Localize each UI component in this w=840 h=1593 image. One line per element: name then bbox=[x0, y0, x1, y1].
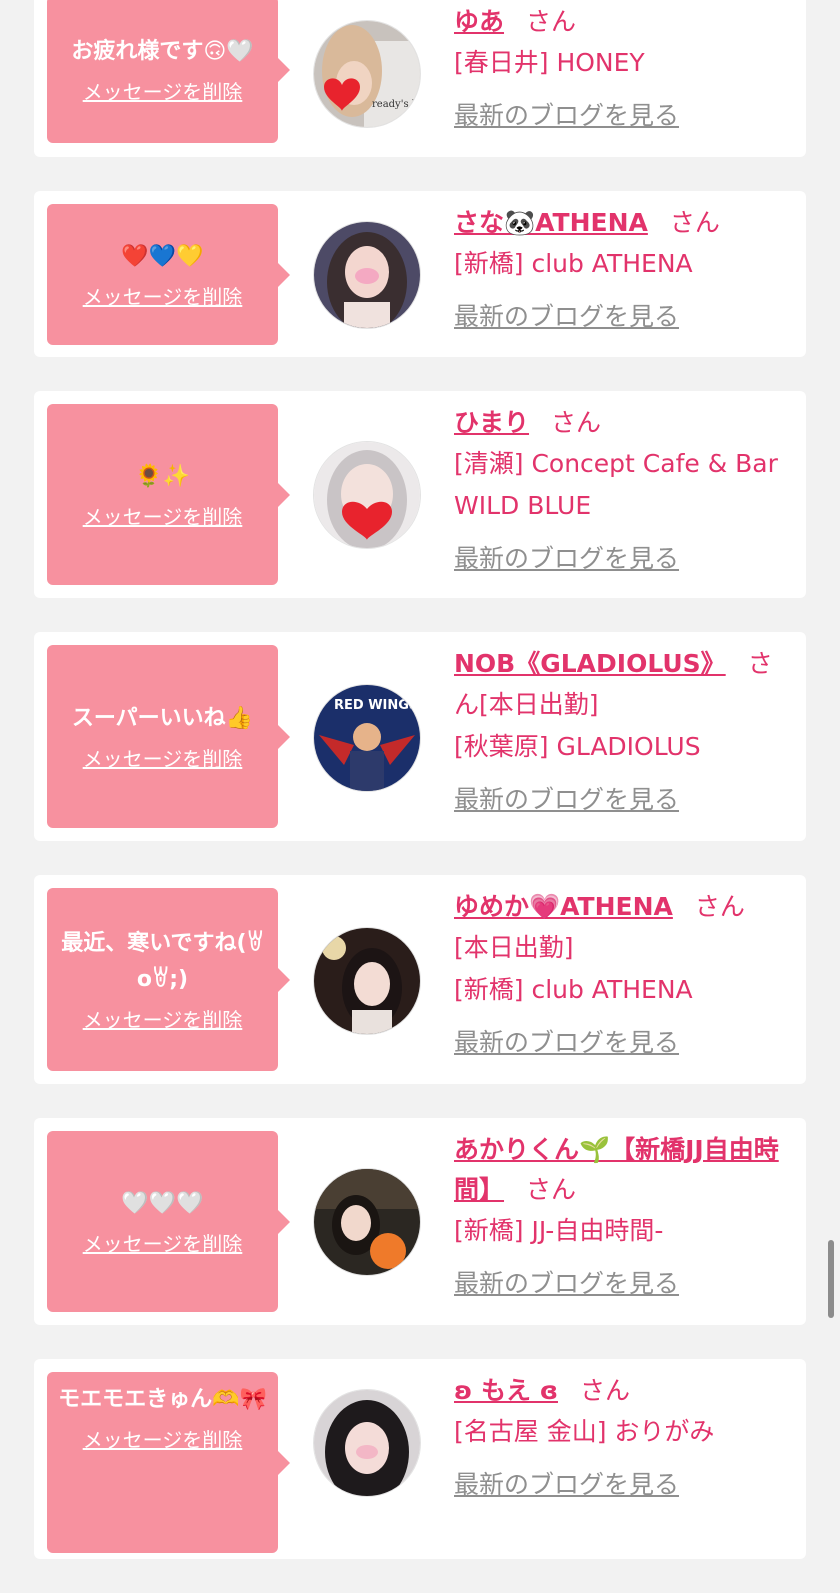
list-item: モエモエきゅん🫶🎀 メッセージを削除 ʚ もえ ɞ さん [名古屋 金山] おりが… bbox=[34, 1359, 806, 1559]
delete-message-link[interactable]: メッセージを削除 bbox=[83, 1004, 243, 1033]
cast-name-link[interactable]: さな🐼ATHENA bbox=[454, 208, 648, 237]
avatar[interactable] bbox=[313, 1168, 421, 1276]
status-label: [本日出勤] bbox=[479, 690, 599, 719]
delete-message-link[interactable]: メッセージを削除 bbox=[83, 76, 243, 105]
cast-name-link[interactable]: ゆあ bbox=[454, 7, 504, 36]
shop-label: [清瀬] Concept Cafe & Bar bbox=[454, 449, 778, 478]
message-text: 最近、寒いですね(ꇐoꇐ;) bbox=[61, 931, 264, 992]
latest-blog-link[interactable]: 最新のブログを見る bbox=[454, 96, 679, 136]
favorites-list: お疲れ様です🙃🤍 メッセージを削除 ready's bar ゆあさん [春日井]… bbox=[34, 0, 806, 1593]
honorific: さん bbox=[579, 1376, 630, 1405]
latest-blog-link[interactable]: 最新のブログを見る bbox=[454, 1465, 679, 1505]
message-bubble: 🌻✨ メッセージを削除 bbox=[47, 404, 290, 585]
avatar[interactable] bbox=[313, 441, 421, 549]
message-bubble: モエモエきゅん🫶🎀 メッセージを削除 bbox=[47, 1372, 290, 1553]
message-bubble: スーパーいいね👍 メッセージを削除 bbox=[47, 645, 290, 828]
delete-message-link[interactable]: メッセージを削除 bbox=[83, 501, 243, 530]
shop-label: [名古屋 金山] おりがみ bbox=[454, 1417, 715, 1446]
latest-blog-link[interactable]: 最新のブログを見る bbox=[454, 297, 679, 337]
avatar[interactable] bbox=[313, 221, 421, 329]
cast-name-link[interactable]: NOB《GLADIOLUS》 bbox=[454, 649, 726, 678]
list-item: ❤️💙💛 メッセージを削除 さな🐼ATHENA さん [新橋] club ATHE… bbox=[34, 191, 806, 357]
latest-blog-link[interactable]: 最新のブログを見る bbox=[454, 1023, 679, 1063]
avatar[interactable]: RED WINGS bbox=[313, 684, 421, 792]
message-text: ❤️💙💛 bbox=[121, 244, 204, 269]
svg-text:RED WINGS: RED WINGS bbox=[334, 698, 418, 713]
honorific: さん bbox=[669, 208, 720, 237]
avatar[interactable] bbox=[313, 927, 421, 1035]
latest-blog-link[interactable]: 最新のブログを見る bbox=[454, 780, 679, 820]
shop-label-line2: WILD BLUE bbox=[454, 491, 592, 520]
shop-label: [春日井] HONEY bbox=[454, 48, 645, 77]
honorific: さん bbox=[526, 7, 577, 36]
honorific: さん bbox=[694, 892, 745, 921]
delete-message-link[interactable]: メッセージを削除 bbox=[83, 1424, 243, 1453]
delete-message-link[interactable]: メッセージを削除 bbox=[83, 743, 243, 772]
message-text: スーパーいいね👍 bbox=[71, 706, 254, 731]
list-item: お疲れ様です🙃🤍 メッセージを削除 ready's bar ゆあさん [春日井]… bbox=[34, 0, 806, 157]
avatar[interactable]: ready's bar bbox=[313, 20, 421, 128]
shop-label: [新橋] club ATHENA bbox=[454, 249, 693, 278]
latest-blog-link[interactable]: 最新のブログを見る bbox=[454, 1264, 679, 1304]
message-text: 🌻✨ bbox=[135, 464, 190, 489]
message-text: モエモエきゅん🫶🎀 bbox=[58, 1387, 267, 1412]
shop-label: [新橋] club ATHENA bbox=[454, 975, 693, 1004]
delete-message-link[interactable]: メッセージを削除 bbox=[83, 281, 243, 310]
list-item: スーパーいいね👍 メッセージを削除 RED WINGS NOB《GLADIOLU… bbox=[34, 632, 806, 841]
message-text: お疲れ様です🙃🤍 bbox=[71, 39, 254, 64]
cast-name-link[interactable]: ひまり bbox=[454, 408, 529, 437]
cast-name-link[interactable]: ゆめか💗ATHENA bbox=[454, 892, 673, 921]
message-text: 🤍🤍🤍 bbox=[121, 1191, 204, 1216]
list-item: 🤍🤍🤍 メッセージを削除 あかりくん🌱【新橋JJ自由時間】 さん [新橋] JJ-… bbox=[34, 1118, 806, 1325]
cast-name-link[interactable]: あかりくん🌱【新橋JJ自由時間】 bbox=[454, 1135, 779, 1204]
message-bubble: 🤍🤍🤍 メッセージを削除 bbox=[47, 1131, 290, 1312]
shop-label: [新橋] JJ-自由時間- bbox=[454, 1216, 664, 1245]
svg-text:ready's bar: ready's bar bbox=[372, 99, 420, 110]
cast-name-link[interactable]: ʚ もえ ɞ bbox=[454, 1376, 558, 1405]
honorific: さん bbox=[551, 408, 602, 437]
message-bubble: ❤️💙💛 メッセージを削除 bbox=[47, 204, 290, 345]
list-item: 最近、寒いですね(ꇐoꇐ;) メッセージを削除 ゆめか💗ATHENA さん [本日… bbox=[34, 875, 806, 1084]
shop-label: [秋葉原] GLADIOLUS bbox=[454, 732, 701, 761]
avatar[interactable] bbox=[313, 1389, 421, 1497]
list-item: 🌻✨ メッセージを削除 ひまり さん [清瀬] Concept Cafe & Ba… bbox=[34, 391, 806, 598]
status-label: [本日出勤] bbox=[454, 933, 574, 962]
scrollbar[interactable] bbox=[828, 1240, 834, 1318]
honorific: さん bbox=[526, 1175, 577, 1204]
message-bubble: 最近、寒いですね(ꇐoꇐ;) メッセージを削除 bbox=[47, 888, 290, 1071]
message-bubble: お疲れ様です🙃🤍 メッセージを削除 bbox=[47, 0, 290, 143]
delete-message-link[interactable]: メッセージを削除 bbox=[83, 1228, 243, 1257]
latest-blog-link[interactable]: 最新のブログを見る bbox=[454, 539, 679, 579]
